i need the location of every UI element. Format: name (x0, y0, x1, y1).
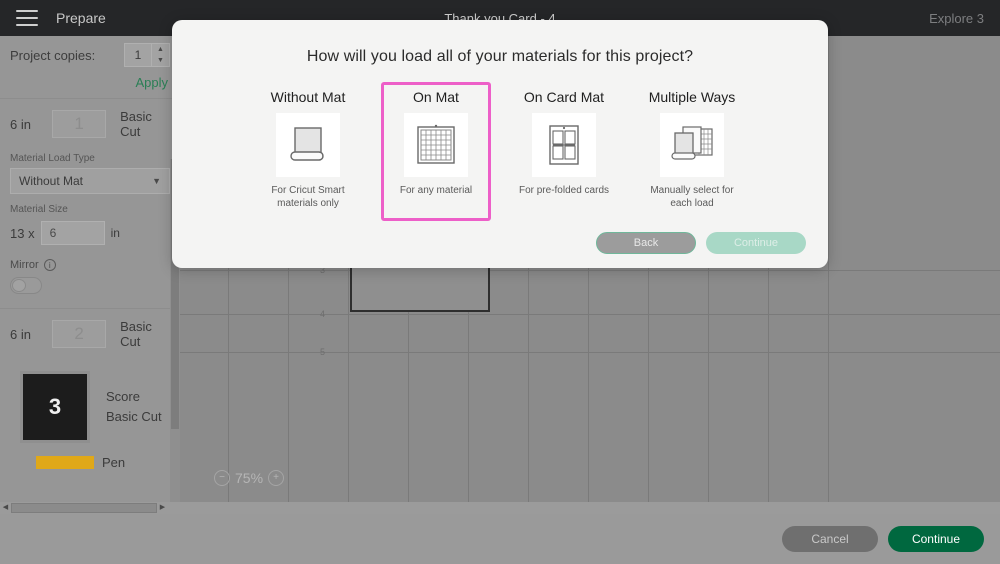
zoom-out-icon[interactable]: − (214, 470, 230, 486)
mat-row-2[interactable]: 6 in 2 Basic Cut (0, 309, 180, 353)
option-on-mat-desc: For any material (399, 185, 473, 196)
mat-1-operation: Basic Cut (120, 109, 152, 139)
material-load-type-value: Without Mat (19, 174, 84, 188)
continue-button[interactable]: Continue (888, 526, 984, 552)
mat-2-thumbnail[interactable]: 2 (52, 320, 107, 348)
option-on-card-mat-title: On Card Mat (523, 89, 605, 105)
option-on-mat-title: On Mat (413, 89, 459, 105)
material-size-row: 13 x 6 in (0, 219, 180, 245)
apply-row: Apply (0, 74, 180, 98)
multiple-loads-icon (660, 113, 724, 177)
zoom-level: 75% (235, 470, 264, 486)
bottom-bar: Cancel Continue (0, 514, 1000, 564)
ruler-mark-4: 4 (320, 309, 326, 319)
option-without-mat-title: Without Mat (270, 89, 346, 105)
zoom-control: − 75% + (214, 470, 285, 486)
pen-layer-row[interactable]: Pen (0, 447, 180, 478)
material-size-unit: in (110, 226, 120, 240)
info-icon[interactable]: i (43, 259, 56, 271)
project-copies-label: Project copies: (10, 47, 96, 63)
canvas-horizontal-scrollbar[interactable] (180, 502, 1000, 514)
score-layer-operation: Score (106, 389, 140, 404)
dialog-continue-button[interactable]: Continue (706, 232, 806, 254)
sidebar-hscroll-thumb[interactable] (11, 503, 157, 513)
score-layer-subtype: Basic Cut (106, 409, 162, 424)
dialog-title: How will you load all of your materials … (306, 48, 694, 65)
pen-color-swatch (36, 456, 94, 469)
sidebar-body: 6 in 1 Basic Cut Material Load Type With… (0, 99, 180, 564)
project-copies-input[interactable]: 1 (124, 43, 152, 67)
score-layer-thumbnail[interactable]: 3 (20, 371, 90, 443)
material-roll-icon (276, 113, 340, 177)
stepper-down-icon[interactable]: ▼ (157, 57, 164, 64)
load-material-dialog: How will you load all of your materials … (172, 20, 828, 268)
machine-label[interactable]: Explore 3 (929, 11, 984, 26)
mat-1-size: 6 in (10, 116, 31, 132)
material-load-type-select[interactable]: Without Mat ▼ (10, 168, 170, 194)
mat-row-1[interactable]: 6 in 1 Basic Cut (0, 99, 180, 143)
back-button[interactable]: Back (596, 232, 696, 254)
project-copies-stepper[interactable]: ▲ ▼ (152, 43, 170, 67)
sidebar-scroll-left-icon[interactable]: ◀ (0, 502, 11, 514)
option-without-mat[interactable]: Without Mat For Cricut Smart materials o… (253, 82, 363, 221)
chevron-down-icon: ▼ (152, 176, 161, 186)
material-load-type-label: Material Load Type (10, 153, 95, 164)
option-multiple-ways[interactable]: Multiple Ways Manually select for each l… (637, 82, 747, 221)
cancel-button[interactable]: Cancel (782, 526, 878, 552)
sidebar-horizontal-scrollbar[interactable]: ◀ ▶ (0, 502, 180, 514)
apply-button[interactable]: Apply (135, 75, 168, 90)
project-copies-row: Project copies: 1 ▲ ▼ (0, 36, 180, 74)
pen-layer-label: Pen (102, 455, 126, 470)
option-on-mat[interactable]: On Mat For any material (381, 82, 491, 221)
mat-2-size: 6 in (10, 326, 31, 342)
mirror-toggle[interactable] (10, 277, 42, 294)
score-layer-row[interactable]: 3 Score Basic Cut (0, 353, 180, 447)
option-multiple-ways-title: Multiple Ways (648, 89, 736, 105)
cutting-mat-icon (404, 113, 468, 177)
score-layer-texts: Score Basic Cut (106, 387, 162, 427)
option-without-mat-desc: For Cricut Smart materials only (271, 185, 345, 209)
material-size-label: Material Size (10, 204, 68, 215)
app-root: Prepare Thank you Card - 4 Explore 3 Pro… (0, 0, 1000, 564)
material-size-input[interactable]: 6 (40, 221, 105, 245)
material-size-prefix: 13 x (10, 225, 35, 241)
left-panel: Project copies: 1 ▲ ▼ Apply 6 in 1 Basic… (0, 36, 180, 564)
load-option-list: Without Mat For Cricut Smart materials o… (172, 82, 828, 221)
ruler-mark-5: 5 (320, 347, 326, 357)
mat-1-thumbnail[interactable]: 1 (52, 110, 107, 138)
card-mat-icon (532, 113, 596, 177)
option-on-card-mat-desc: For pre-folded cards (518, 185, 610, 196)
mat-2-operation: Basic Cut (120, 319, 152, 349)
mirror-row: Mirror i (0, 245, 180, 271)
option-multiple-ways-desc: Manually select for each load (650, 185, 734, 209)
mirror-toggle-knob (12, 279, 26, 292)
zoom-in-icon[interactable]: + (268, 470, 285, 486)
option-on-card-mat[interactable]: On Card Mat For pre-folded cards (509, 82, 619, 221)
mirror-label: Mirror (10, 259, 39, 271)
dialog-actions: Back Continue (596, 232, 806, 254)
stepper-up-icon[interactable]: ▲ (157, 46, 164, 53)
sidebar-scroll-right-icon[interactable]: ▶ (157, 502, 168, 514)
